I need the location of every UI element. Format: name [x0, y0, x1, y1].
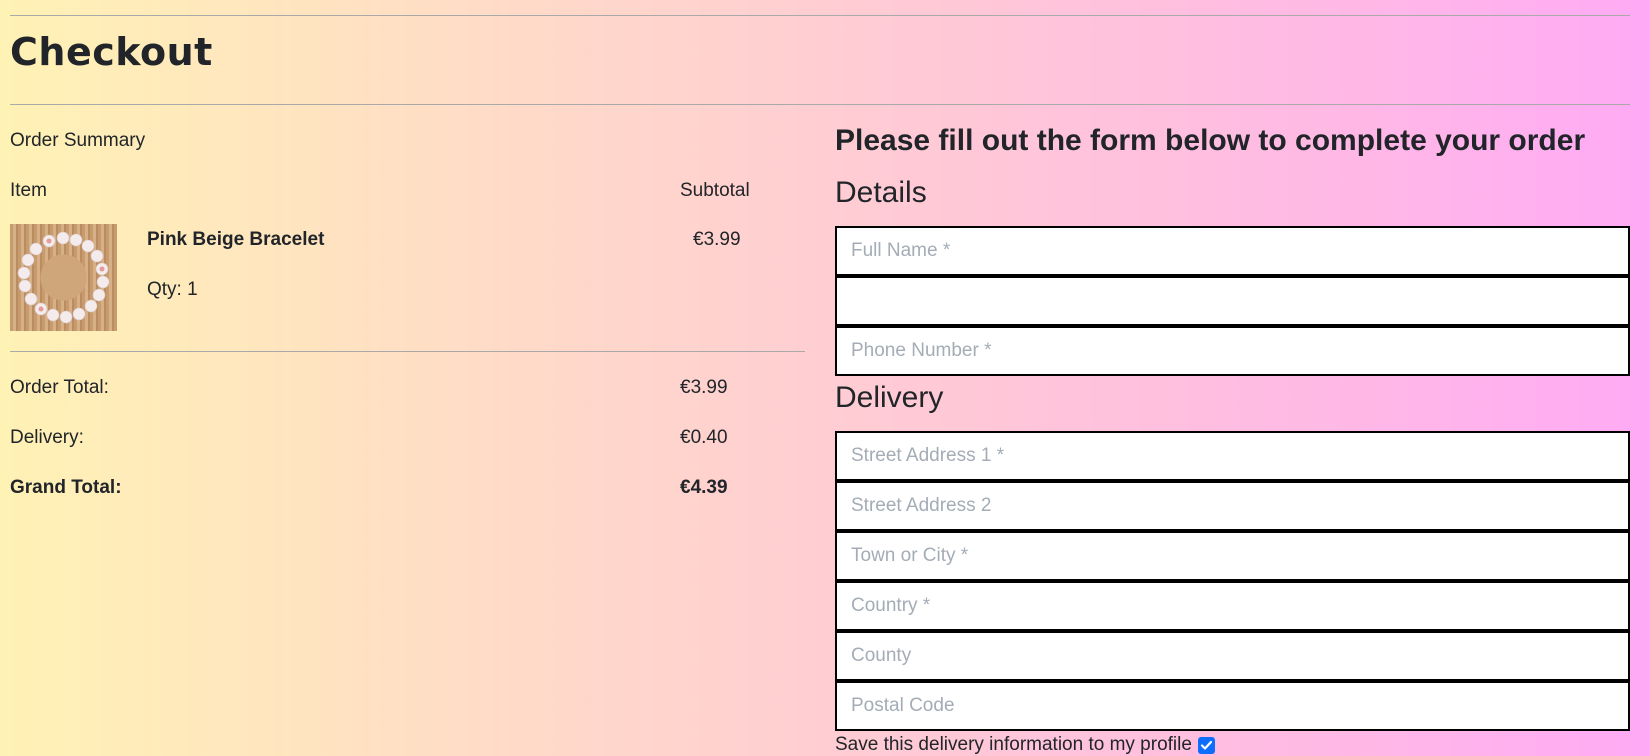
product-name: Pink Beige Bracelet — [147, 229, 325, 250]
save-info-checkbox[interactable] — [1197, 736, 1215, 754]
delivery-value: €0.40 — [680, 427, 728, 448]
town-city-input[interactable] — [835, 531, 1630, 581]
product-subtotal: €3.99 — [693, 229, 741, 250]
form-heading: Please fill out the form below to comple… — [835, 124, 1586, 157]
county-input[interactable] — [835, 631, 1630, 681]
full-name-input[interactable] — [835, 226, 1630, 276]
subtotal-column-header: Subtotal — [680, 180, 750, 201]
street-address-2-input[interactable] — [835, 481, 1630, 531]
check-icon — [1200, 740, 1213, 750]
postal-code-input[interactable] — [835, 681, 1630, 731]
street-address-1-input[interactable] — [835, 431, 1630, 481]
delivery-section-title: Delivery — [835, 381, 944, 414]
order-total-value: €3.99 — [680, 377, 728, 398]
phone-number-input[interactable] — [835, 326, 1630, 376]
save-info-label: Save this delivery information to my pro… — [835, 734, 1192, 755]
country-select[interactable] — [835, 581, 1630, 631]
title-divider — [10, 104, 1630, 105]
order-total-label: Order Total: — [10, 377, 109, 398]
product-qty: Qty: 1 — [147, 279, 198, 300]
email-input[interactable] — [835, 276, 1630, 326]
details-section-title: Details — [835, 176, 927, 209]
save-info-row[interactable]: Save this delivery information to my pro… — [835, 734, 1215, 756]
item-column-header: Item — [10, 180, 47, 201]
summary-divider — [10, 351, 805, 352]
delivery-label: Delivery: — [10, 427, 84, 448]
grand-total-value: €4.39 — [680, 477, 728, 498]
page-title: Checkout — [10, 30, 213, 74]
order-summary-label: Order Summary — [10, 130, 146, 151]
grand-total-label: Grand Total: — [10, 477, 122, 498]
top-divider — [10, 15, 1630, 16]
product-image[interactable] — [10, 224, 117, 331]
